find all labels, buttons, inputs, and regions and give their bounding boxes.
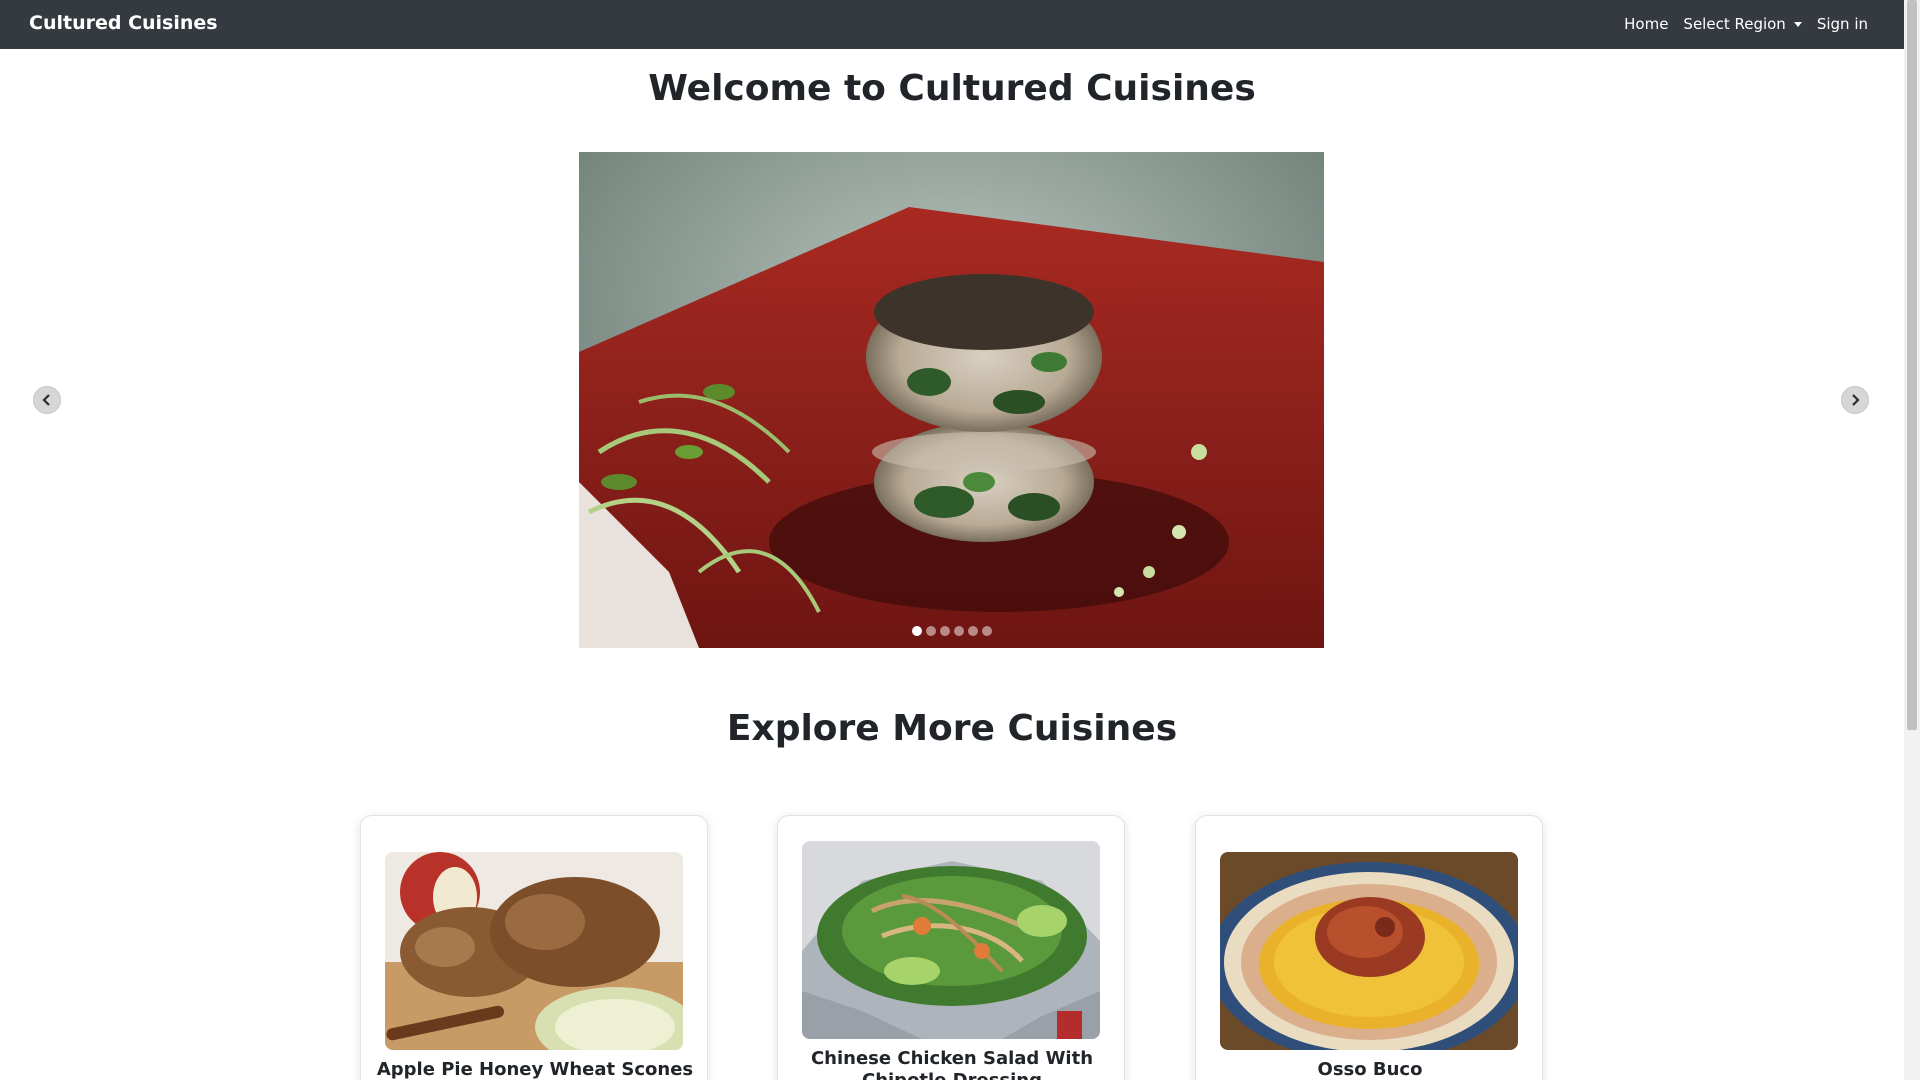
recipe-card[interactable]: Chinese Chicken Salad With Chipotle Dres…: [777, 815, 1125, 1080]
chevron-left-icon: [42, 394, 50, 406]
chevron-right-icon: [1852, 394, 1860, 406]
select-region-dropdown[interactable]: Select Region: [1683, 15, 1802, 33]
carousel-indicator[interactable]: [911, 626, 922, 636]
hero-carousel: [579, 152, 1324, 648]
scrollbar-thumb[interactable]: [1907, 0, 1917, 730]
recipe-card-title[interactable]: Osso Buco: [1206, 1059, 1534, 1080]
page-title: Welcome to Cultured Cuisines: [648, 68, 1256, 109]
select-region-label: Select Region: [1683, 15, 1786, 33]
carousel-indicator[interactable]: [967, 626, 978, 636]
recipe-card-title[interactable]: Chinese Chicken Salad With Chipotle Dres…: [788, 1048, 1116, 1080]
recipe-card-title[interactable]: Apple Pie Honey Wheat Scones: [371, 1059, 699, 1080]
nav-home-label: Home: [1624, 15, 1669, 33]
recipe-card[interactable]: Osso Buco: [1195, 815, 1543, 1080]
chicken-salad-photo: [802, 841, 1100, 1039]
carousel-slide-image: [579, 152, 1324, 648]
recipe-card-image[interactable]: [802, 841, 1100, 1039]
carousel-indicator[interactable]: [981, 626, 992, 636]
recipe-card-image[interactable]: [1220, 852, 1518, 1050]
recipe-card-image[interactable]: [385, 852, 683, 1050]
caret-down-icon: [1793, 21, 1802, 27]
explore-section-title: Explore More Cuisines: [726, 708, 1178, 749]
sign-in-label: Sign in: [1816, 15, 1868, 33]
top-navbar: Cultured Cuisines Home Select Region Sig…: [0, 0, 1904, 49]
osso-buco-photo: [1220, 852, 1518, 1050]
page-scrollbar[interactable]: [1904, 0, 1920, 1080]
nav-home-link[interactable]: Home: [1624, 15, 1668, 33]
scones-photo: [385, 852, 683, 1050]
sign-in-link[interactable]: Sign in: [1817, 15, 1868, 33]
carousel-next-button[interactable]: [1841, 386, 1869, 414]
carousel-indicator[interactable]: [939, 626, 950, 636]
recipe-card[interactable]: Apple Pie Honey Wheat Scones: [360, 815, 708, 1080]
brand-logo[interactable]: Cultured Cuisines: [29, 12, 218, 34]
carousel-prev-button[interactable]: [33, 386, 61, 414]
carousel-indicator[interactable]: [925, 626, 936, 636]
carousel-indicators: [579, 626, 1324, 636]
nav-links: Home Select Region Sign in: [1624, 15, 1868, 33]
carousel-indicator[interactable]: [953, 626, 964, 636]
